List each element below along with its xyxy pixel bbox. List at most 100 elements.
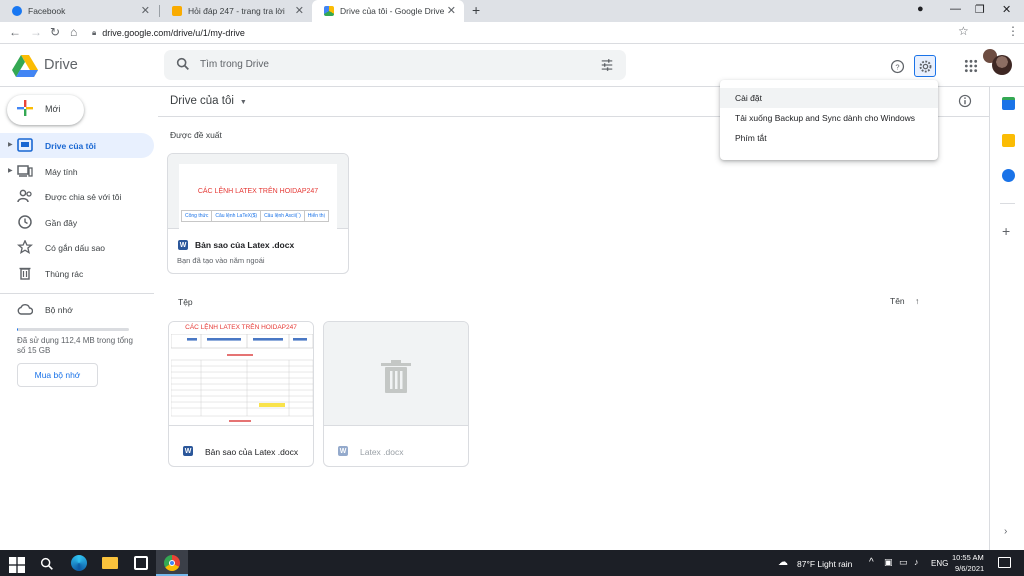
add-addon-icon[interactable]: + <box>1002 223 1010 239</box>
word-doc-icon: W <box>183 446 193 456</box>
window-close-icon[interactable]: ✕ <box>1002 3 1011 16</box>
file-card[interactable]: CÁC LỆNH LATEX TRÊN HOIDAP247 W Bản sao … <box>168 321 314 467</box>
menu-item-download-backup-sync[interactable]: Tải xuống Backup and Sync dành cho Windo… <box>720 108 938 128</box>
weather-text[interactable]: 87°F Light rain <box>797 559 852 569</box>
close-icon[interactable]: ✕ <box>295 4 304 17</box>
file-thumbnail: CÁC LỆNH LATEX TRÊN HOIDAP247 <box>169 322 313 426</box>
settings-menu: Cài đặt Tải xuống Backup and Sync dành c… <box>720 80 938 160</box>
close-icon[interactable]: ✕ <box>447 4 456 17</box>
table-header-cell: Hiển thị <box>303 210 329 222</box>
search-bar[interactable]: Tìm trong Drive <box>164 50 626 80</box>
file-thumbnail <box>324 322 468 426</box>
search-options-icon[interactable] <box>600 58 614 72</box>
minimize-icon[interactable]: — <box>950 3 961 15</box>
close-icon[interactable]: ✕ <box>141 4 150 17</box>
search-icon[interactable] <box>175 56 191 72</box>
buy-storage-button[interactable]: Mua bộ nhớ <box>17 363 98 387</box>
page-title-dropdown[interactable]: Drive của tôi ▼ <box>170 95 247 107</box>
sidebar-item-label: Máy tính <box>45 167 78 177</box>
url-field[interactable]: 🔒︎ drive.google.com/drive/u/1/my-drive <box>92 24 992 42</box>
sidebar-item-recent[interactable]: Gần đây <box>0 210 154 235</box>
sidebar-item-storage[interactable]: Bộ nhớ <box>0 297 154 322</box>
trash-icon <box>381 360 411 393</box>
new-tab-icon[interactable]: + <box>472 2 480 18</box>
tasks-icon[interactable] <box>1002 169 1015 182</box>
plus-icon <box>17 100 33 116</box>
url-text: drive.google.com/drive/u/1/my-drive <box>102 28 245 38</box>
tab-title: Facebook <box>28 6 66 16</box>
sidebar-item-my-drive[interactable]: ▶ Drive của tôi <box>0 133 154 158</box>
show-hidden-icons[interactable]: ^ <box>869 557 874 568</box>
file-explorer-icon[interactable] <box>102 557 118 569</box>
menu-item-settings[interactable]: Cài đặt <box>720 88 938 108</box>
chevron-right-icon[interactable]: › <box>1004 526 1007 537</box>
info-icon[interactable] <box>958 94 972 108</box>
sort-by-name[interactable]: Tên ↑ <box>890 296 919 306</box>
table-header-cell: Câu lệnh LaTeX($) <box>211 210 262 222</box>
browser-tab-strip: Facebook ✕ Hỏi đáp 247 - trang tra lời ✕… <box>0 0 1024 22</box>
tab-search-icon[interactable]: ● <box>917 3 924 15</box>
tab-hoidap[interactable]: Hỏi đáp 247 - trang tra lời ✕ <box>160 0 312 22</box>
weather-cloud-icon[interactable]: ☁ <box>778 557 788 568</box>
hoidap-icon <box>172 6 182 16</box>
chrome-taskbar-button[interactable] <box>156 550 188 576</box>
trash-icon <box>19 267 31 280</box>
taskbar-search-icon[interactable] <box>39 556 55 572</box>
clock-time[interactable]: 10:55 AM <box>952 553 984 562</box>
sidebar-divider <box>0 293 154 294</box>
network-icon[interactable]: ▣ <box>884 557 893 568</box>
reload-icon[interactable]: ↻ <box>50 25 60 39</box>
edge-icon[interactable] <box>71 555 87 571</box>
file-activity: Bạn đã tạo vào năm ngoái <box>177 256 265 265</box>
suggested-file-card[interactable]: CÁC LỆNH LATEX TRÊN HOIDAP247 Công thức … <box>167 153 349 274</box>
file-card-trashed[interactable]: W Latex .docx <box>323 321 469 467</box>
tab-title: Drive của tôi - Google Drive <box>340 6 445 16</box>
browser-menu-icon[interactable]: ⋮ <box>1007 24 1019 38</box>
app-title[interactable]: Drive <box>44 57 78 73</box>
sidebar-item-computers[interactable]: ▶ Máy tính <box>0 159 154 184</box>
store-icon[interactable] <box>134 556 148 570</box>
account-avatar[interactable] <box>992 55 1012 75</box>
table-header-cell: Công thức <box>180 210 213 222</box>
keep-icon[interactable] <box>1002 134 1015 147</box>
help-icon[interactable]: ? <box>886 55 908 77</box>
forward-icon[interactable]: → <box>30 25 42 39</box>
calendar-icon[interactable] <box>1002 97 1015 110</box>
restore-icon[interactable]: ❐ <box>975 3 985 16</box>
back-icon[interactable]: ← <box>9 25 21 39</box>
home-icon[interactable]: ⌂ <box>70 25 77 39</box>
document-preview: CÁC LỆNH LATEX TRÊN HOIDAP247 Công thức … <box>179 164 337 229</box>
menu-item-keyboard-shortcuts[interactable]: Phím tắt <box>720 128 938 148</box>
tab-drive[interactable]: Drive của tôi - Google Drive ✕ <box>312 0 464 22</box>
language-indicator[interactable]: ENG <box>931 559 948 568</box>
arrow-up-icon[interactable]: ↑ <box>915 296 919 306</box>
sidebar-item-trash[interactable]: Thùng rác <box>0 261 154 286</box>
file-thumbnail: CÁC LỆNH LATEX TRÊN HOIDAP247 Công thức … <box>168 154 348 229</box>
doc-preview-title: CÁC LỆNH LATEX TRÊN HOIDAP247 <box>197 188 319 195</box>
new-button[interactable]: Mới <box>7 95 84 125</box>
sidebar-item-label: Có gắn dấu sao <box>45 243 106 253</box>
expand-caret-icon[interactable]: ▶ <box>8 141 13 148</box>
clock-date[interactable]: 9/6/2021 <box>955 564 984 573</box>
sidebar-item-starred[interactable]: Có gắn dấu sao <box>0 235 154 260</box>
cloud-icon <box>17 304 33 315</box>
bookmark-star-icon[interactable]: ☆ <box>958 24 969 38</box>
battery-icon[interactable]: ▭ <box>899 557 908 568</box>
search-input[interactable]: Tìm trong Drive <box>200 59 269 70</box>
my-drive-icon <box>17 138 33 152</box>
files-label: Tệp <box>178 297 193 307</box>
new-button-label: Mới <box>45 104 61 114</box>
apps-grid-icon[interactable] <box>960 55 982 77</box>
sidebar-item-shared[interactable]: Được chia sẻ với tôi <box>0 184 154 209</box>
settings-gear-icon[interactable] <box>914 55 936 77</box>
drive-logo-icon[interactable] <box>12 54 38 78</box>
notification-center-icon[interactable] <box>998 557 1011 568</box>
storage-usage-text: Đã sử dụng 112,4 MB trong tổng số 15 GB <box>17 336 133 355</box>
facebook-icon <box>12 6 22 16</box>
windows-start-icon[interactable] <box>9 557 25 573</box>
expand-caret-icon[interactable]: ▶ <box>8 167 13 174</box>
volume-icon[interactable]: ♪ <box>914 557 919 567</box>
tab-facebook[interactable]: Facebook ✕ <box>0 0 158 22</box>
lock-icon: 🔒︎ <box>92 28 97 37</box>
sidebar-item-label: Gần đây <box>45 218 78 228</box>
